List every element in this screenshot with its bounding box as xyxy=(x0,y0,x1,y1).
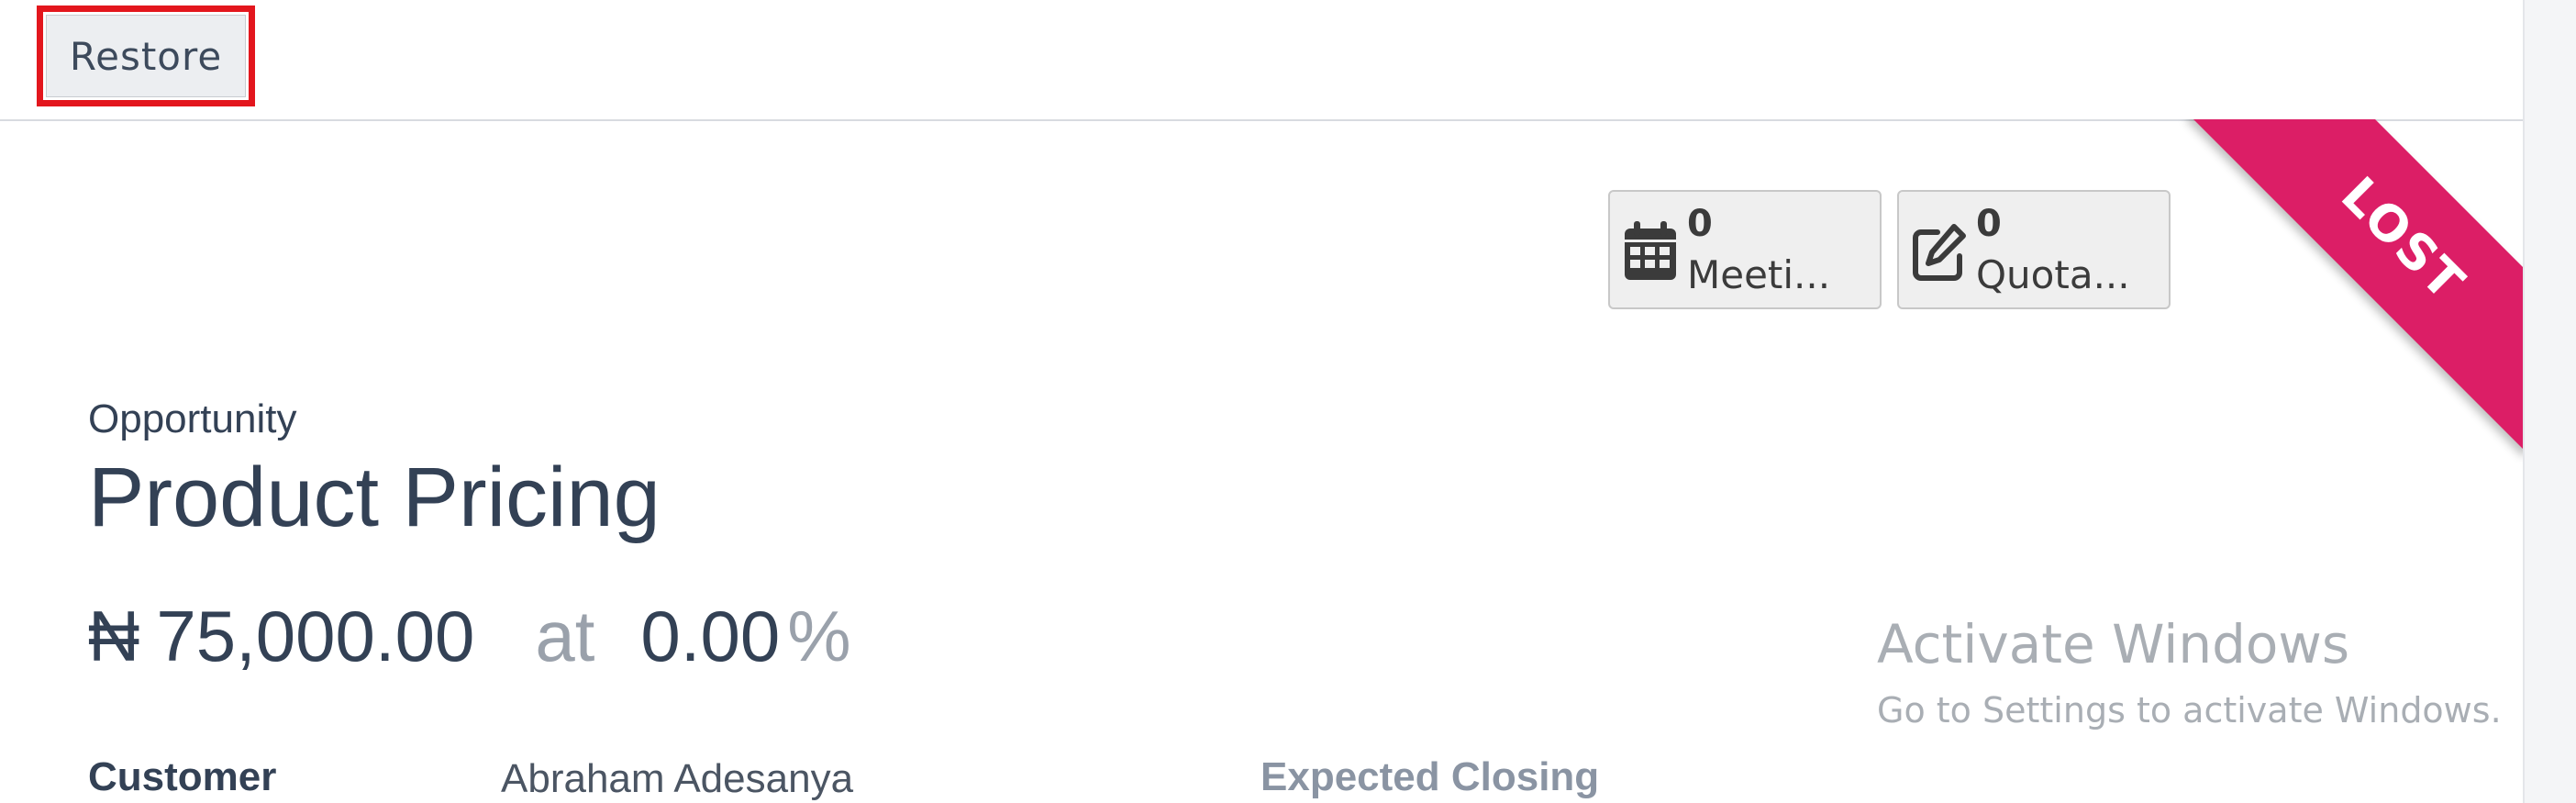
edit-icon xyxy=(1913,224,1966,281)
quotations-count: 0 xyxy=(1976,203,2002,245)
scrollbar[interactable] xyxy=(2523,0,2576,803)
currency-symbol: ₦ xyxy=(88,596,140,676)
customer-field[interactable]: Abraham Adesanya xyxy=(501,756,853,802)
lost-ribbon-container: LOST xyxy=(2064,119,2523,505)
probability-field[interactable]: 0.00 xyxy=(640,596,780,676)
revenue-row: ₦ 75,000.00 at 0.00% xyxy=(88,595,851,678)
expected-revenue-field[interactable]: 75,000.00 xyxy=(156,596,474,676)
meetings-smart-button[interactable]: 0 Meeti... xyxy=(1608,190,1882,309)
opportunity-title[interactable]: Product Pricing xyxy=(88,450,661,546)
customer-label: Customer xyxy=(88,754,277,799)
lost-ribbon: LOST xyxy=(2189,119,2523,453)
activate-windows-subtitle: Go to Settings to activate Windows. xyxy=(1877,690,2502,731)
form-toolbar: Restore xyxy=(0,0,2523,121)
form-view: Restore 0 Meeti... 0 Quota... LOST Oppor… xyxy=(0,0,2576,803)
percent-sign: % xyxy=(787,596,851,676)
meetings-label: Meeti... xyxy=(1687,252,1831,297)
ribbon-label: LOST xyxy=(2330,165,2477,312)
restore-button-highlight[interactable]: Restore xyxy=(37,6,255,106)
expected-closing-label: Expected Closing xyxy=(1260,754,1600,799)
restore-button[interactable]: Restore xyxy=(46,15,246,97)
meetings-count: 0 xyxy=(1687,203,1713,245)
record-kind-label: Opportunity xyxy=(88,396,297,441)
calendar-icon xyxy=(1625,221,1676,280)
at-label: at xyxy=(535,596,595,676)
activate-windows-title: Activate Windows xyxy=(1877,613,2350,675)
